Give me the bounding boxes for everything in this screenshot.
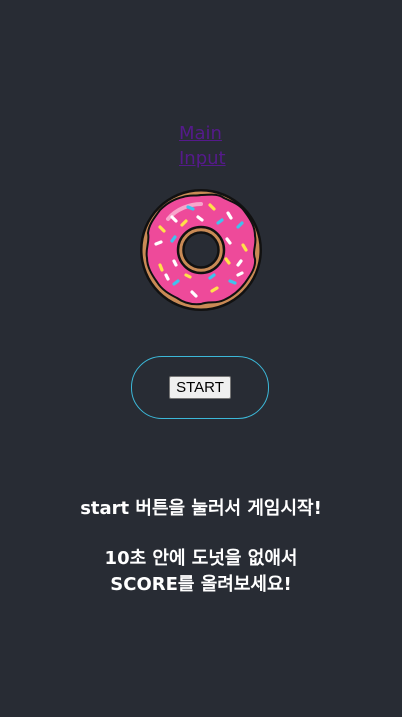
donut-icon[interactable]: [138, 187, 264, 313]
start-button[interactable]: START: [169, 376, 231, 399]
goal-text: 10초 안에 도넛을 없애서 SCORE를 올려보세요!: [0, 546, 402, 598]
main-link[interactable]: Main: [179, 121, 226, 146]
input-link[interactable]: Input: [179, 146, 226, 171]
start-button-frame: START: [131, 356, 269, 419]
goal-line-2: SCORE를 올려보세요!: [110, 574, 292, 595]
nav-links: Main Input: [179, 121, 226, 171]
instruction-text: start 버튼을 눌러서 게임시작!: [80, 498, 322, 519]
goal-line-1: 10초 안에 도넛을 없애서: [104, 548, 298, 569]
